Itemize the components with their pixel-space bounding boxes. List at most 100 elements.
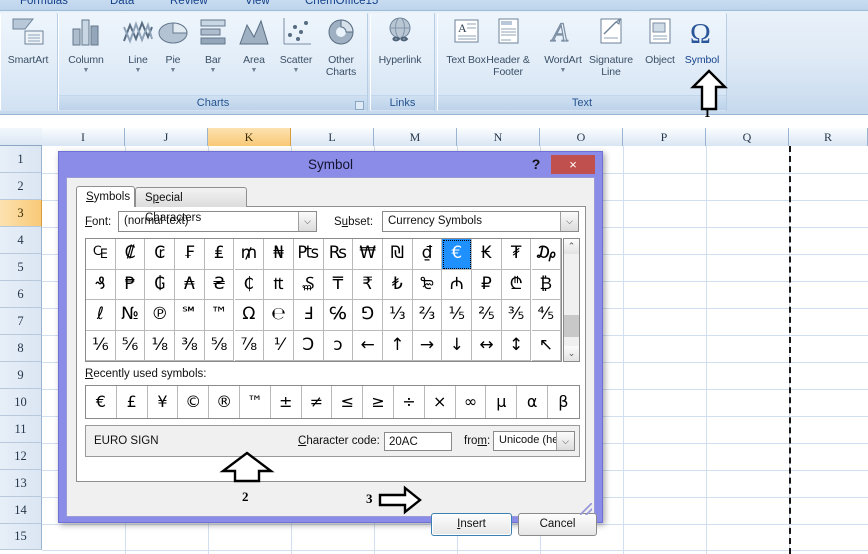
symbol-cell[interactable]: ₶	[264, 269, 294, 300]
ribbon-tab-chemoffice15[interactable]: ChemOffice15	[305, 0, 378, 7]
row-header-11[interactable]: 11	[0, 416, 42, 443]
chevron-down-icon[interactable]: ⌵	[556, 432, 574, 450]
symbol-cell[interactable]: ⅘	[531, 300, 562, 331]
symbol-cell[interactable]: ₸	[323, 269, 354, 300]
symbol-cell[interactable]: ₹	[353, 269, 383, 300]
scroll-up-icon[interactable]: ⌃	[564, 239, 579, 254]
recent-symbol-cell[interactable]: ∞	[456, 386, 487, 418]
symbol-cell[interactable]: ⅜	[175, 330, 205, 361]
symbol-cell[interactable]: ₷	[293, 269, 324, 300]
resize-grip[interactable]	[580, 503, 592, 515]
symbol-cell[interactable]: Ω	[234, 300, 265, 331]
column-header-J[interactable]: J	[125, 128, 208, 146]
recent-symbol-cell[interactable]: €	[86, 386, 117, 418]
recent-symbol-cell[interactable]: β	[548, 386, 579, 418]
symbol-cell[interactable]: ₰	[86, 269, 116, 300]
scrollbar-thumb[interactable]	[564, 315, 579, 337]
chevron-down-icon[interactable]: ▼	[537, 67, 589, 74]
symbol-cell[interactable]: ⅗	[501, 300, 532, 331]
symbol-cell[interactable]: ₳	[175, 269, 205, 300]
column-header-Q[interactable]: Q	[706, 128, 789, 146]
ribbon-tab-review[interactable]: Review	[170, 0, 208, 7]
symbol-cell[interactable]: ₵	[234, 269, 265, 300]
row-header-9[interactable]: 9	[0, 362, 42, 389]
subset-combobox[interactable]: Currency Symbols ⌵	[382, 211, 579, 232]
row-header-10[interactable]: 10	[0, 389, 42, 416]
close-icon[interactable]: ×	[551, 155, 595, 174]
column-header-L[interactable]: L	[291, 128, 374, 146]
ribbon-tab-data[interactable]: Data	[110, 0, 134, 7]
row-header-14[interactable]: 14	[0, 497, 42, 524]
symbol-cell[interactable]: ₡	[115, 239, 146, 270]
column-chart-button[interactable]: Column ▼	[60, 15, 112, 91]
symbol-cell[interactable]: ₽	[472, 269, 502, 300]
symbol-cell[interactable]: ₼	[442, 269, 473, 300]
symbol-cell[interactable]: ℮	[264, 300, 294, 331]
ribbon-tab-view[interactable]: View	[245, 0, 270, 7]
symbol-cell[interactable]: ℓ	[86, 300, 116, 331]
symbol-cell[interactable]: ₭	[472, 239, 502, 270]
symbol-grid-scrollbar[interactable]: ⌃ ⌄	[563, 238, 580, 362]
symbol-cell[interactable]: ₫	[412, 239, 443, 270]
row-header-8[interactable]: 8	[0, 335, 42, 362]
symbol-cell[interactable]: №	[115, 300, 146, 331]
symbol-cell[interactable]: ←	[353, 330, 383, 361]
chevron-down-icon[interactable]: ▼	[60, 67, 112, 74]
symbol-cell[interactable]: Ⅎ	[293, 300, 324, 331]
recently-used-grid[interactable]: € £ ¥ © ® ™ ± ≠ ≤ ≥ ÷ × ∞ μ α β	[85, 385, 580, 419]
wordart-button[interactable]: A WordArt ▼	[537, 15, 589, 91]
ribbon-tab-formulas[interactable]: Formulas	[20, 0, 68, 7]
scroll-down-icon[interactable]: ⌄	[564, 346, 579, 361]
symbol-cell[interactable]: ↔	[472, 330, 502, 361]
from-combobox[interactable]: Unicode (hex) ⌵	[493, 431, 575, 451]
row-header-7[interactable]: 7	[0, 308, 42, 335]
symbol-cell[interactable]: ₦	[264, 239, 294, 270]
smartart-button[interactable]: SmartArt	[2, 15, 54, 91]
recent-symbol-cell[interactable]: £	[117, 386, 148, 418]
header-footer-button[interactable]: Header & Footer	[482, 15, 534, 91]
symbol-cell[interactable]: ₯	[531, 239, 562, 270]
symbol-cell[interactable]: ⅞	[234, 330, 265, 361]
symbol-cell[interactable]: ₤	[204, 239, 235, 270]
symbol-cell[interactable]: ↑	[383, 330, 413, 361]
charts-dialog-launcher-icon[interactable]	[355, 101, 364, 110]
tab-special-characters[interactable]: Special Characters	[135, 187, 247, 224]
column-header-N[interactable]: N	[457, 128, 540, 146]
recent-symbol-cell[interactable]: ±	[271, 386, 302, 418]
recent-symbol-cell[interactable]: ≥	[363, 386, 394, 418]
symbol-cell[interactable]: →	[412, 330, 443, 361]
recent-symbol-cell[interactable]: ®	[209, 386, 240, 418]
tab-symbols[interactable]: Symbols	[76, 186, 135, 207]
recent-symbol-cell[interactable]: ≤	[332, 386, 364, 418]
recent-symbol-cell[interactable]: α	[517, 386, 548, 418]
symbol-cell[interactable]: ↖	[531, 330, 562, 361]
character-code-input[interactable]	[384, 432, 452, 451]
symbol-cell[interactable]: Ↄ	[293, 330, 324, 361]
row-header-15[interactable]: 15	[0, 524, 42, 550]
recent-symbol-cell[interactable]: ™	[240, 386, 271, 418]
recent-symbol-cell[interactable]: ≠	[302, 386, 333, 418]
column-header-O[interactable]: O	[540, 128, 623, 146]
row-header-3[interactable]: 3	[0, 200, 42, 227]
hyperlink-button[interactable]: Hyperlink	[374, 15, 426, 91]
symbol-cell[interactable]: ₾	[501, 269, 532, 300]
recent-symbol-cell[interactable]: μ	[486, 386, 518, 418]
chevron-down-icon[interactable]: ⌵	[298, 212, 316, 231]
symbol-cell[interactable]: ⅙	[86, 330, 116, 361]
column-header-M[interactable]: M	[374, 128, 457, 146]
row-header-1[interactable]: 1	[0, 146, 42, 173]
row-header-12[interactable]: 12	[0, 443, 42, 470]
recent-symbol-cell[interactable]: ¥	[148, 386, 179, 418]
other-charts-button[interactable]: Other Charts	[315, 15, 367, 91]
symbol-cell[interactable]: ₢	[145, 239, 176, 270]
symbol-cell[interactable]: ↄ	[323, 330, 354, 361]
symbol-cell[interactable]: ₠	[86, 239, 116, 270]
insert-button[interactable]: Insert	[431, 513, 512, 536]
recent-symbol-cell[interactable]: ÷	[394, 386, 425, 418]
symbol-cell[interactable]: ₱	[115, 269, 146, 300]
column-header-I[interactable]: I	[42, 128, 125, 146]
symbol-cell[interactable]: ⅓	[383, 300, 413, 331]
column-header-K[interactable]: K	[208, 128, 291, 146]
symbol-cell[interactable]: ₩	[353, 239, 383, 270]
symbol-cell[interactable]: €	[442, 239, 473, 270]
